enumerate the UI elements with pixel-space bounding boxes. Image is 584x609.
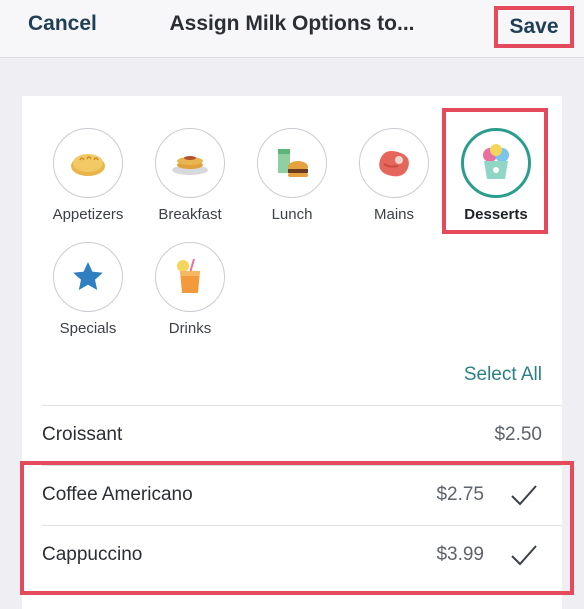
nav-bar: Assign Milk Options to... Cancel Save	[0, 0, 584, 58]
item-name: Croissant	[42, 424, 123, 445]
burger-drink-icon	[278, 149, 308, 177]
category-circle	[155, 128, 225, 198]
star-icon	[73, 262, 103, 290]
category-label: Desserts	[464, 206, 528, 223]
category-circle	[257, 128, 327, 198]
category-label: Mains	[373, 206, 414, 223]
select-all-button[interactable]: Select All	[440, 364, 542, 386]
ice-cream-icon	[483, 144, 509, 179]
category-drinks[interactable]: Drinks	[140, 242, 240, 337]
item-name: Cappuccino	[42, 544, 143, 565]
bread-icon	[71, 154, 105, 176]
cancel-button[interactable]: Cancel	[28, 12, 97, 36]
category-label: Breakfast	[158, 206, 222, 223]
juice-icon	[177, 258, 200, 293]
category-label: Specials	[59, 320, 117, 337]
list-item[interactable]: Cappuccino $3.99	[42, 525, 542, 585]
category-circle	[359, 128, 429, 198]
steak-icon	[379, 151, 409, 177]
item-price: $2.50	[494, 424, 542, 445]
category-label: Appetizers	[52, 206, 124, 223]
save-button-label: Save	[509, 15, 559, 38]
save-button[interactable]: Save	[494, 6, 574, 48]
category-label: Lunch	[271, 206, 313, 223]
category-circle	[155, 242, 225, 312]
category-label: Drinks	[168, 320, 212, 337]
category-specials[interactable]: Specials	[38, 242, 138, 337]
category-circle	[53, 242, 123, 312]
category-mains[interactable]: Mains	[344, 128, 444, 223]
item-price: $3.99	[436, 544, 484, 565]
category-lunch[interactable]: Lunch	[242, 128, 342, 223]
category-desserts[interactable]: Desserts	[446, 128, 546, 223]
category-circle	[461, 128, 531, 198]
list-item[interactable]: Coffee Americano $2.75	[42, 465, 542, 525]
list-item[interactable]: Croissant $2.50	[42, 405, 542, 465]
category-breakfast[interactable]: Breakfast	[140, 128, 240, 223]
pancake-icon	[172, 156, 208, 175]
checkmark-icon	[506, 483, 542, 507]
category-circle	[53, 128, 123, 198]
checkmark-icon	[506, 543, 542, 567]
item-name: Coffee Americano	[42, 484, 193, 505]
category-appetizers[interactable]: Appetizers	[38, 128, 138, 223]
item-price: $2.75	[436, 484, 484, 505]
